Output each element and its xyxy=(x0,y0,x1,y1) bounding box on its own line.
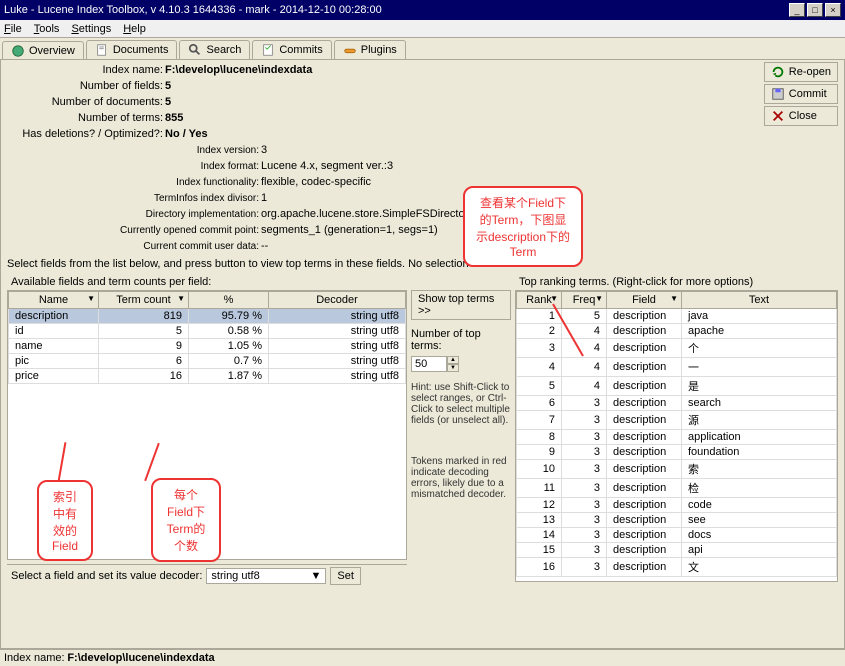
tab-commits[interactable]: Commits xyxy=(252,40,331,59)
numfields-label: Number of fields: xyxy=(3,80,163,92)
title-text: Luke - Lucene Index Toolbox, v 4.10.3 16… xyxy=(4,4,382,16)
select-fields-prompt: Select fields from the list below, and p… xyxy=(7,258,842,270)
terms-table[interactable]: Rank▼ Freq▼ Field▼ Text 15descriptionjav… xyxy=(516,291,837,577)
table-row[interactable]: 34description个 xyxy=(517,339,837,358)
col-pct[interactable]: % xyxy=(189,292,269,309)
functionality-label: Index functionality: xyxy=(3,177,259,188)
spinner-down[interactable]: ▼ xyxy=(447,364,459,372)
table-row[interactable]: 103description索 xyxy=(517,460,837,479)
table-row[interactable]: 153descriptionapi xyxy=(517,543,837,558)
plugins-icon xyxy=(343,43,357,57)
format-label: Index format: xyxy=(3,161,259,172)
commits-icon xyxy=(261,43,275,57)
userdata-value: -- xyxy=(261,240,268,252)
decoder-select[interactable]: string utf8▼ xyxy=(206,568,326,584)
numterms-value: 855 xyxy=(165,112,183,124)
callout-view-field-terms: 查看某个Field下的Term，下图显示description下的Term xyxy=(463,186,583,267)
decoder-label: Select a field and set its value decoder… xyxy=(11,570,202,582)
numdocs-label: Number of documents: xyxy=(3,96,163,108)
divisor-value: 1 xyxy=(261,192,267,204)
format-value: Lucene 4.x, segment ver.:3 xyxy=(261,160,393,172)
top-terms-label: Top ranking terms. (Right-click for more… xyxy=(519,276,838,288)
table-row[interactable]: 54description是 xyxy=(517,377,837,396)
close-button[interactable]: × xyxy=(825,3,841,17)
title-bar: Luke - Lucene Index Toolbox, v 4.10.3 16… xyxy=(0,0,845,20)
menu-help[interactable]: Help xyxy=(123,23,146,35)
tab-bar: Overview Documents Search Commits Plugin… xyxy=(0,38,845,59)
search-icon xyxy=(188,43,202,57)
status-indexname-value: F:\develop\lucene\indexdata xyxy=(67,652,214,664)
minimize-button[interactable]: _ xyxy=(789,3,805,17)
status-bar: Index name: F:\develop\lucene\indexdata xyxy=(0,649,845,666)
directory-label: Directory implementation: xyxy=(3,209,259,220)
num-top-terms-spinner[interactable]: ▲▼ xyxy=(411,356,511,372)
menu-bar: File Tools Settings Help xyxy=(0,20,845,38)
tab-overview[interactable]: Overview xyxy=(2,41,84,60)
divisor-label: TermInfos index divisor: xyxy=(3,193,259,204)
userdata-label: Current commit user data: xyxy=(3,241,259,252)
callout-term-count: 每个Field下Term的个数 xyxy=(151,478,221,562)
version-value: 3 xyxy=(261,144,267,156)
table-row[interactable]: pic60.7 %string utf8 xyxy=(9,354,406,369)
menu-settings[interactable]: Settings xyxy=(71,23,111,35)
main-panel: Re-open Commit Close Index name:F:\devel… xyxy=(0,59,845,649)
col-field[interactable]: Field▼ xyxy=(607,292,682,309)
table-row[interactable]: 44description一 xyxy=(517,358,837,377)
col-freq[interactable]: Freq▼ xyxy=(562,292,607,309)
version-label: Index version: xyxy=(3,145,259,156)
numdocs-value: 5 xyxy=(165,96,171,108)
tab-plugins[interactable]: Plugins xyxy=(334,40,406,59)
commitpoint-value: segments_1 (generation=1, segs=1) xyxy=(261,224,438,236)
maximize-button[interactable]: □ xyxy=(807,3,823,17)
show-top-terms-button[interactable]: Show top terms >> xyxy=(411,290,511,320)
table-row[interactable]: 83descriptionapplication xyxy=(517,430,837,445)
table-row[interactable]: name91.05 %string utf8 xyxy=(9,339,406,354)
set-decoder-button[interactable]: Set xyxy=(330,567,361,585)
table-row[interactable]: 123descriptioncode xyxy=(517,498,837,513)
overview-icon xyxy=(11,44,25,58)
tab-documents[interactable]: Documents xyxy=(86,40,178,59)
menu-tools[interactable]: Tools xyxy=(34,23,60,35)
table-row[interactable]: 63descriptionsearch xyxy=(517,396,837,411)
table-row[interactable]: 113description检 xyxy=(517,479,837,498)
col-decoder[interactable]: Decoder xyxy=(269,292,406,309)
table-row[interactable]: price161.87 %string utf8 xyxy=(9,369,406,384)
deletions-label: Has deletions? / Optimized?: xyxy=(3,128,163,140)
functionality-value: flexible, codec-specific xyxy=(261,176,371,188)
table-row[interactable]: 73description源 xyxy=(517,411,837,430)
num-top-terms-input[interactable] xyxy=(411,356,447,372)
table-row[interactable]: 163description文 xyxy=(517,558,837,577)
tab-search[interactable]: Search xyxy=(179,40,250,59)
hint-red-tokens: Tokens marked in red indicate decoding e… xyxy=(411,456,511,500)
table-row[interactable]: 93descriptionfoundation xyxy=(517,445,837,460)
hint-shift-click: Hint: use Shift-Click to select ranges, … xyxy=(411,382,511,426)
deletions-value: No / Yes xyxy=(165,128,208,140)
documents-icon xyxy=(95,43,109,57)
col-termcount[interactable]: Term count▼ xyxy=(99,292,189,309)
numfields-value: 5 xyxy=(165,80,171,92)
col-name[interactable]: Name▼ xyxy=(9,292,99,309)
indexname-label: Index name: xyxy=(3,64,163,76)
stats-block: Index name:F:\develop\lucene\indexdata N… xyxy=(3,62,842,254)
table-row[interactable]: description81995.79 %string utf8 xyxy=(9,309,406,324)
commitpoint-label: Currently opened commit point: xyxy=(3,225,259,236)
table-row[interactable]: 143descriptiondocs xyxy=(517,528,837,543)
fields-table[interactable]: Name▼ Term count▼ % Decoder description8… xyxy=(8,291,406,384)
menu-file[interactable]: File xyxy=(4,23,22,35)
spinner-up[interactable]: ▲ xyxy=(447,356,459,364)
table-row[interactable]: 133descriptionsee xyxy=(517,513,837,528)
directory-value: org.apache.lucene.store.SimpleFSDirector… xyxy=(261,208,474,220)
available-fields-label: Available fields and term counts per fie… xyxy=(11,276,407,288)
table-row[interactable]: id50.58 %string utf8 xyxy=(9,324,406,339)
num-top-terms-label: Number of top terms: xyxy=(411,328,511,352)
callout-valid-fields: 索引中有效的Field xyxy=(37,480,93,561)
indexname-value: F:\develop\lucene\indexdata xyxy=(165,64,312,76)
numterms-label: Number of terms: xyxy=(3,112,163,124)
status-indexname-label: Index name: xyxy=(4,652,65,664)
col-text[interactable]: Text xyxy=(682,292,837,309)
